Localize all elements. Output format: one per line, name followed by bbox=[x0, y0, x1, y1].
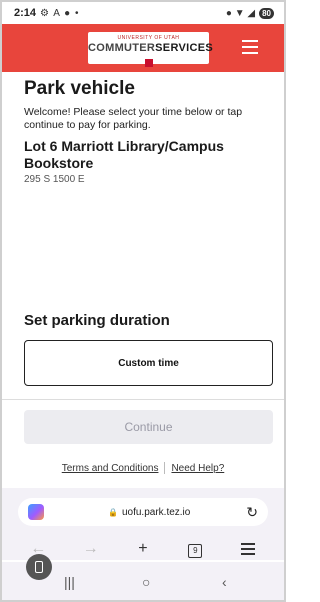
commuter-services-logo[interactable]: UNIVERSITY OF UTAH COMMUTERSERVICES bbox=[88, 32, 213, 67]
tabs-button[interactable]: 9 bbox=[183, 540, 207, 558]
lock-icon: 🔒 bbox=[108, 507, 118, 517]
recents-icon[interactable]: ||| bbox=[64, 574, 75, 590]
system-back-icon[interactable]: ‹ bbox=[222, 574, 227, 590]
terms-link[interactable]: Terms and Conditions bbox=[62, 463, 159, 474]
forward-arrow-icon[interactable]: → bbox=[79, 540, 103, 558]
battery-icon: 80 bbox=[259, 7, 274, 19]
address-bar[interactable]: 🔒 uofu.park.tez.io ↻ bbox=[18, 498, 268, 526]
lot-address: 295 S 1500 E bbox=[24, 174, 85, 185]
logo-university-text: UNIVERSITY OF UTAH bbox=[117, 35, 180, 41]
university-shield-icon bbox=[144, 59, 153, 67]
continue-button[interactable]: Continue bbox=[24, 410, 273, 444]
divider bbox=[2, 399, 284, 400]
signal-icons: ● ▼ ◢ bbox=[225, 7, 256, 19]
floating-app-icon[interactable] bbox=[26, 554, 52, 580]
app-header: UNIVERSITY OF UTAH COMMUTERSERVICES bbox=[2, 24, 284, 72]
copilot-icon[interactable] bbox=[28, 504, 44, 520]
hamburger-menu-icon[interactable] bbox=[242, 40, 258, 54]
url-text[interactable]: uofu.park.tez.io bbox=[122, 507, 190, 518]
welcome-text: Welcome! Please select your time below o… bbox=[24, 106, 243, 131]
logo-commuter-text: COMMUTER bbox=[88, 42, 156, 54]
notification-icons: ⚙ A ● • bbox=[40, 7, 80, 19]
logo-services-text: SERVICES bbox=[155, 42, 214, 54]
duration-title: Set parking duration bbox=[24, 312, 170, 329]
footer-links: Terms and Conditions Need Help? bbox=[2, 462, 284, 474]
home-icon[interactable]: ○ bbox=[142, 574, 150, 590]
tab-count-icon: 9 bbox=[188, 544, 203, 558]
custom-time-button[interactable]: Custom time bbox=[24, 340, 273, 386]
status-right: ● ▼ ◢ 80 bbox=[225, 7, 274, 19]
browser-bottom-bar: 🔒 uofu.park.tez.io ↻ ← → + 9 bbox=[2, 488, 284, 560]
help-link[interactable]: Need Help? bbox=[171, 463, 224, 474]
park-vehicle-section: Park vehicle Welcome! Please select your… bbox=[24, 78, 274, 185]
browser-menu-icon[interactable] bbox=[236, 540, 260, 558]
page-title: Park vehicle bbox=[24, 78, 135, 99]
lot-name: Lot 6 Marriott Library/Campus Bookstore bbox=[24, 138, 224, 171]
logo-wordmark: COMMUTERSERVICES bbox=[88, 42, 213, 54]
status-bar: 2:14 ⚙ A ● • ● ▼ ◢ 80 bbox=[2, 2, 284, 24]
phone-screen: 2:14 ⚙ A ● • ● ▼ ◢ 80 UNIVERSITY OF UTAH… bbox=[0, 0, 286, 602]
reload-icon[interactable]: ↻ bbox=[246, 504, 258, 521]
system-nav-bar: ||| ○ ‹ bbox=[2, 554, 284, 600]
status-time: 2:14 bbox=[14, 7, 37, 19]
new-tab-icon[interactable]: + bbox=[131, 540, 155, 558]
footer-separator bbox=[164, 462, 166, 474]
